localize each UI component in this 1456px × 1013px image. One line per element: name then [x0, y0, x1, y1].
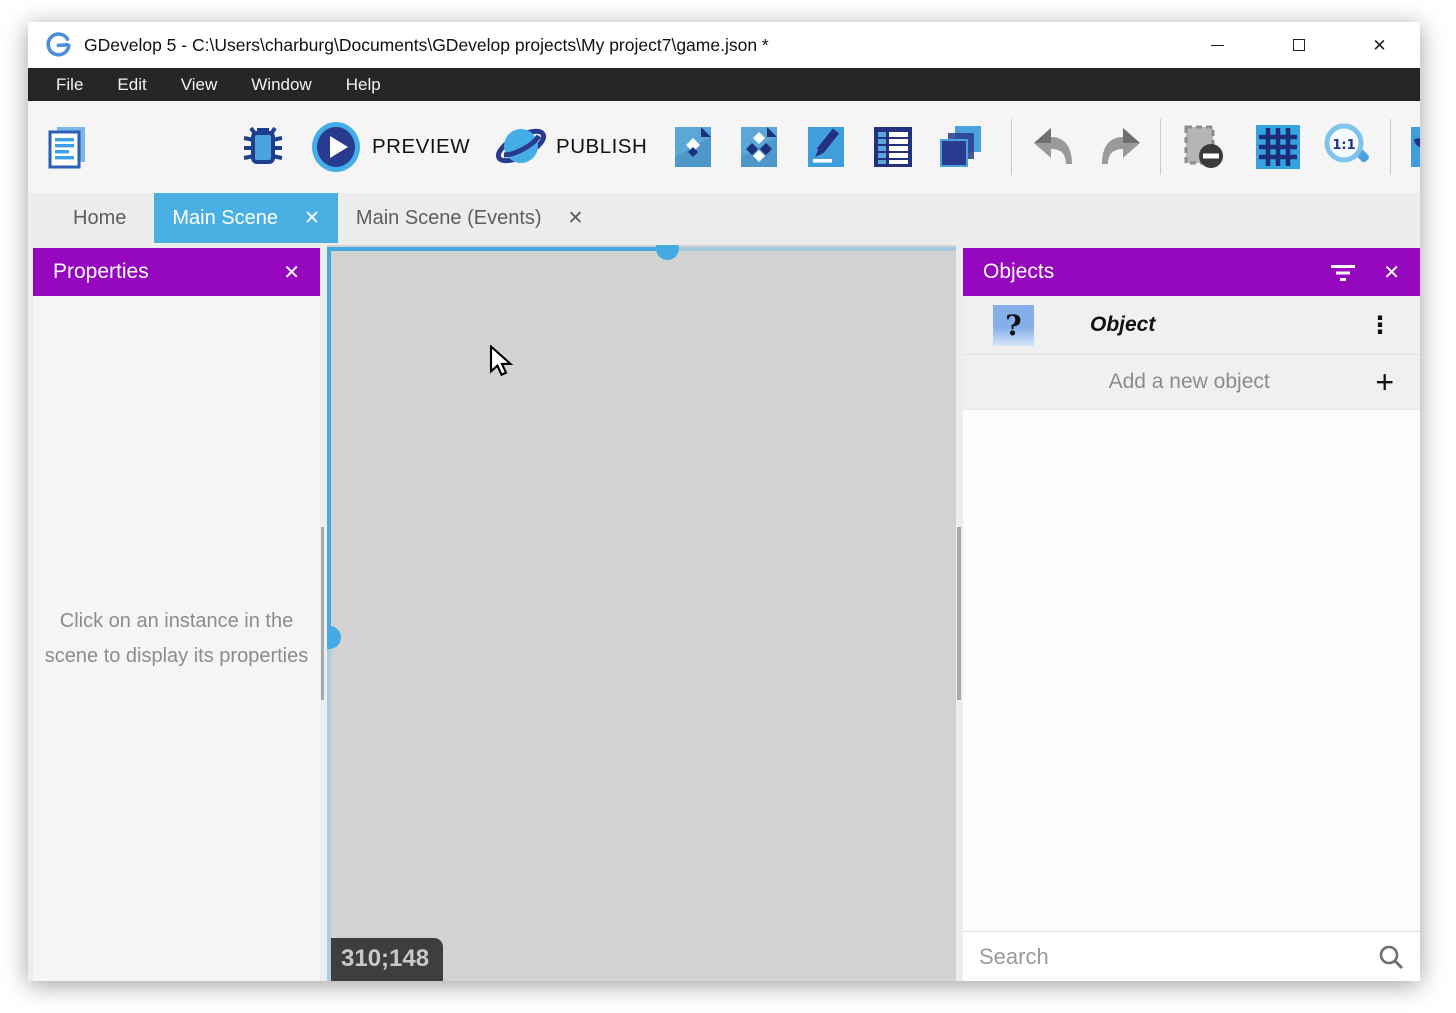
- right-scrollbar-track: [956, 243, 963, 981]
- game-window-border-left: [327, 247, 331, 637]
- menu-view[interactable]: View: [164, 68, 235, 101]
- redo-icon[interactable]: [1098, 124, 1144, 170]
- resize-handle-left[interactable]: [327, 626, 341, 649]
- properties-header: Properties ✕: [33, 248, 320, 296]
- edit-scene-properties-icon[interactable]: [803, 124, 849, 170]
- open-events-icon[interactable]: [870, 124, 916, 170]
- editor-content: Properties ✕ Click on an instance in the…: [28, 243, 1420, 981]
- tab-main-scene[interactable]: Main Scene ✕: [154, 193, 338, 243]
- properties-empty-message: Click on an instance in the scene to dis…: [43, 604, 310, 674]
- objects-panel: Objects ✕ ? Object ⋮ Add a new object +: [963, 248, 1420, 981]
- svg-text:1:1: 1:1: [1333, 138, 1356, 153]
- objects-title: Objects: [983, 260, 1054, 284]
- add-icon: +: [1375, 366, 1394, 398]
- tab-home[interactable]: Home: [45, 193, 154, 243]
- maximize-button[interactable]: [1258, 22, 1339, 68]
- publish-globe-icon: [494, 121, 546, 173]
- grid-icon[interactable]: [1255, 124, 1301, 170]
- menu-bar: File Edit View Window Help: [28, 68, 1420, 101]
- mouse-cursor: [488, 345, 518, 378]
- tab-label: Main Scene (Events): [356, 207, 542, 230]
- properties-body: Click on an instance in the scene to dis…: [33, 296, 320, 981]
- properties-close-icon[interactable]: ✕: [283, 260, 300, 285]
- object-list-item[interactable]: ? Object ⋮: [963, 296, 1420, 355]
- menu-file[interactable]: File: [39, 68, 100, 101]
- tab-close-icon[interactable]: ✕: [568, 207, 584, 230]
- preview-button[interactable]: PREVIEW: [310, 121, 470, 173]
- tab-main-scene-events[interactable]: Main Scene (Events) ✕: [338, 193, 602, 243]
- resize-handle-top[interactable]: [656, 245, 679, 260]
- zoom-original-icon[interactable]: 1:1: [1323, 122, 1373, 172]
- close-icon: ✕: [1372, 37, 1386, 54]
- toolbar-separator: [1160, 119, 1161, 175]
- title-bar: GDevelop 5 - C:\Users\charburg\Documents…: [28, 22, 1420, 68]
- object-more-icon[interactable]: ⋮: [1368, 311, 1392, 340]
- window-title: GDevelop 5 - C:\Users\charburg\Documents…: [84, 35, 769, 56]
- tab-label: Home: [73, 207, 126, 230]
- minimize-icon: [1211, 45, 1224, 46]
- objects-list-empty-area: [963, 410, 1420, 931]
- publish-button[interactable]: PUBLISH: [494, 121, 647, 173]
- preview-play-icon: [310, 121, 362, 173]
- object-name: Object: [1090, 313, 1155, 337]
- left-scrollbar-thumb[interactable]: [321, 527, 324, 700]
- tab-close-icon[interactable]: ✕: [304, 207, 320, 230]
- minimize-button[interactable]: [1177, 22, 1258, 68]
- close-button[interactable]: ✕: [1339, 22, 1420, 68]
- clear-selection-icon[interactable]: [1179, 124, 1225, 170]
- left-scrollbar-track: [320, 243, 327, 981]
- scene-canvas[interactable]: 310;148: [327, 245, 956, 981]
- toolbar-separator: [1011, 119, 1012, 175]
- properties-title: Properties: [53, 260, 149, 284]
- external-layout-icon[interactable]: [736, 124, 782, 170]
- toolbar-separator: [1390, 119, 1391, 175]
- maximize-icon: [1293, 39, 1305, 51]
- object-thumbnail-icon: ?: [993, 305, 1034, 346]
- menu-help[interactable]: Help: [329, 68, 398, 101]
- toolbar: PREVIEW PUBLISH: [28, 101, 1420, 193]
- tools-icon[interactable]: [1406, 124, 1420, 170]
- tab-label: Main Scene: [172, 207, 278, 230]
- window-controls: ✕: [1177, 22, 1420, 68]
- game-window-border-top-faded: [667, 247, 956, 251]
- objects-close-icon[interactable]: ✕: [1383, 260, 1400, 285]
- objects-search-bar: [963, 931, 1420, 981]
- game-window-border-left-faded: [327, 637, 331, 981]
- properties-panel: Properties ✕ Click on an instance in the…: [33, 248, 320, 981]
- instances-list-icon[interactable]: [937, 124, 983, 170]
- debug-icon[interactable]: [240, 124, 286, 170]
- project-manager-icon[interactable]: [45, 124, 91, 170]
- publish-label: PUBLISH: [556, 135, 647, 159]
- objects-header: Objects ✕: [963, 248, 1420, 296]
- search-icon[interactable]: [1378, 944, 1404, 970]
- undo-icon[interactable]: [1030, 124, 1076, 170]
- search-input[interactable]: [979, 944, 1378, 970]
- gdevelop-logo-icon: [45, 32, 72, 59]
- menu-edit[interactable]: Edit: [100, 68, 163, 101]
- add-object-label: Add a new object: [963, 370, 1375, 394]
- menu-window[interactable]: Window: [234, 68, 328, 101]
- scene-editor-icon[interactable]: [670, 124, 716, 170]
- cursor-coordinates-badge: 310;148: [331, 938, 443, 981]
- filter-icon[interactable]: [1331, 263, 1355, 281]
- app-window: GDevelop 5 - C:\Users\charburg\Documents…: [28, 22, 1420, 981]
- tab-bar: Home Main Scene ✕ Main Scene (Events) ✕: [28, 193, 1420, 243]
- right-scrollbar-thumb[interactable]: [957, 527, 961, 700]
- add-object-button[interactable]: Add a new object +: [963, 355, 1420, 410]
- game-window-border-top: [327, 247, 667, 251]
- preview-label: PREVIEW: [372, 135, 470, 159]
